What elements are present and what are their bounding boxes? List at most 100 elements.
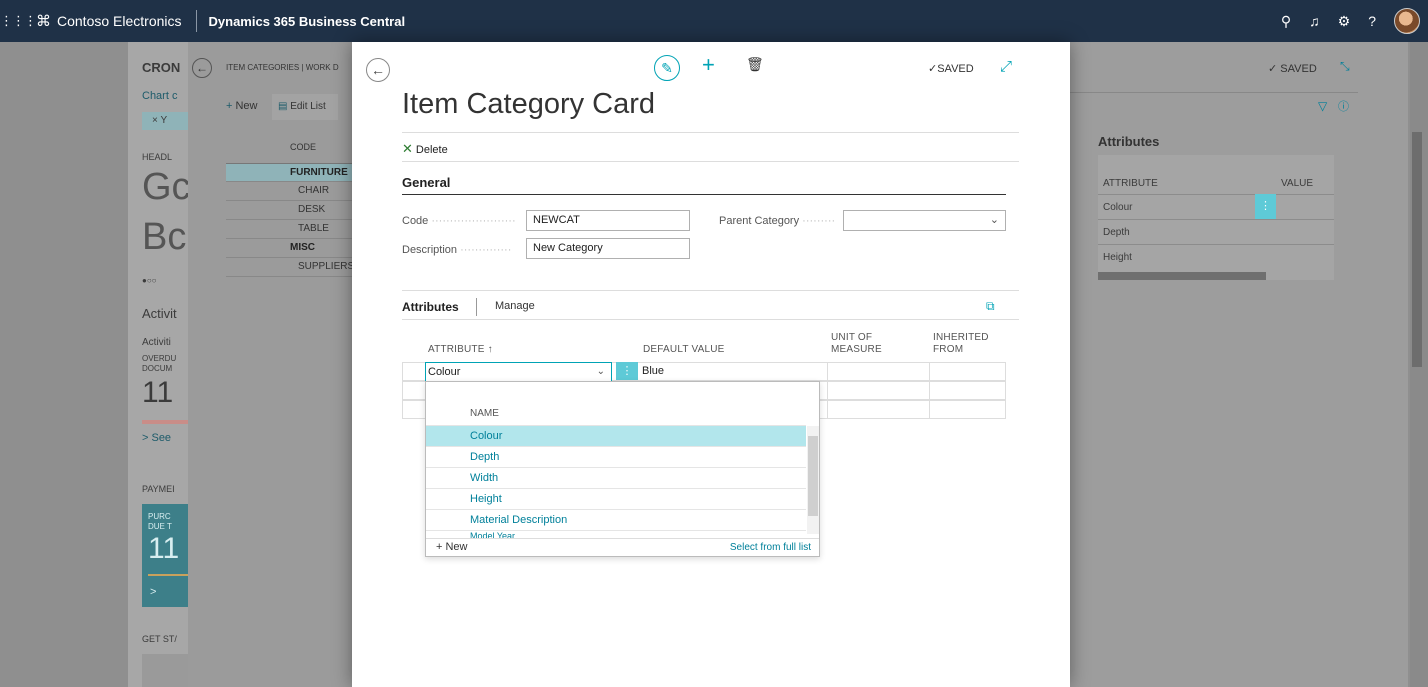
new-button[interactable]: + New	[226, 100, 258, 112]
parent-category-select[interactable]: ⌄	[843, 210, 1006, 231]
help-icon[interactable]: ?	[1368, 13, 1376, 29]
description-field[interactable]: New Category	[526, 238, 690, 259]
uom-cell[interactable]	[827, 401, 929, 418]
inherited-cell	[929, 382, 1006, 399]
lookup-scrollbar[interactable]	[807, 426, 819, 534]
lookup-item[interactable]: Height	[426, 488, 806, 509]
item-category-card: ← ✎ + 🗑 ✓SAVED ⤢ Item Category Card ✕ Del…	[352, 42, 1070, 687]
lookup-item[interactable]: Colour	[426, 425, 806, 446]
list-row[interactable]: FURNITURE	[226, 163, 358, 181]
chevron-down-icon: ⌄	[989, 214, 999, 226]
list-row[interactable]: DESK	[226, 200, 358, 219]
filter-icon[interactable]: ▽	[1318, 99, 1327, 113]
company-name: Contoso Electronics	[57, 13, 182, 29]
row-menu-icon[interactable]: ⋮	[616, 362, 638, 380]
factbox-scrollbar[interactable]	[1098, 272, 1266, 280]
tile-chevron-icon[interactable]: >	[150, 586, 156, 598]
headline-label: HEADL	[142, 152, 173, 162]
general-section-underline	[402, 194, 1006, 195]
chart-link[interactable]: Chart c	[142, 90, 177, 102]
list-row[interactable]: CHAIR	[226, 181, 358, 200]
col-default-value-header[interactable]: DEFAULT VALUE	[643, 344, 725, 355]
factbox-row[interactable]: Height	[1098, 244, 1334, 269]
lookup-name-header: NAME	[470, 408, 499, 419]
collapse-icon[interactable]: ⤡	[1340, 59, 1350, 74]
delete-x-icon: ✕	[402, 141, 413, 156]
lookup-item[interactable]: Model Year	[426, 530, 806, 538]
right-detail-page: ✓ SAVED ⤡ ▽ ⓘ Attributes ATTRIBUTE VALUE…	[1068, 42, 1408, 687]
purchase-tile[interactable]: PURC DUE T 11 >	[142, 504, 188, 607]
code-field[interactable]: NEWCAT	[526, 210, 690, 231]
purchase-label-1: PURC	[148, 512, 171, 521]
list-row[interactable]: MISC	[226, 238, 358, 257]
see-more-link[interactable]: > See	[142, 432, 171, 444]
list-row[interactable]: TABLE	[226, 219, 358, 238]
bell-icon[interactable]: ♫	[1309, 13, 1320, 29]
code-label: Code ·······················	[402, 215, 516, 227]
lookup-new-label: New	[445, 541, 468, 553]
inherited-cell	[929, 401, 1006, 418]
delete-label: Delete	[415, 144, 448, 156]
info-icon[interactable]: ⓘ	[1338, 98, 1349, 114]
edit-list-label: Edit List	[290, 101, 326, 112]
delete-button[interactable]: ✕ Delete	[402, 141, 448, 157]
page-scrollbar-thumb[interactable]	[1412, 132, 1422, 367]
add-icon[interactable]: +	[702, 52, 715, 78]
item-categories-list-page: ← ITEM CATEGORIES | WORK D + New ▤ Edit …	[188, 42, 358, 687]
code-column-header[interactable]: CODE	[290, 142, 316, 152]
filter-chip[interactable]: × Y	[142, 112, 188, 130]
lookup-footer: + New Select from full list	[426, 538, 819, 556]
edit-pencil-icon[interactable]: ✎	[654, 55, 680, 81]
col-inherited-header-2[interactable]: FROM	[933, 344, 963, 355]
activities-title: Activit	[142, 306, 177, 321]
attribute-input[interactable]: Colour ⌄	[425, 362, 612, 382]
manage-button[interactable]: Manage	[495, 300, 535, 312]
chevron-down-icon[interactable]: ⌄	[597, 366, 605, 377]
list-row[interactable]: SUPPLIERS	[226, 257, 358, 277]
col-inherited-header-1[interactable]: INHERITED	[933, 332, 989, 343]
col-uom-header-2[interactable]: MEASURE	[831, 344, 882, 355]
lookup-scrollbar-thumb[interactable]	[808, 436, 818, 516]
list-back-button[interactable]: ←	[192, 58, 212, 78]
attributes-top-divider	[402, 290, 1019, 291]
col-uom-header-1[interactable]: UNIT OF	[831, 332, 872, 343]
avatar[interactable]	[1394, 8, 1420, 34]
default-value-cell[interactable]: Blue	[639, 363, 827, 380]
col-attribute-header[interactable]: ATTRIBUTE ↑	[428, 344, 493, 355]
saved-label: SAVED	[937, 63, 974, 75]
expand-icon[interactable]: ⤢	[1000, 58, 1012, 75]
page-title: Item Category Card	[402, 88, 656, 120]
select-from-full-list-link[interactable]: Select from full list	[730, 542, 811, 553]
app-launcher-icon[interactable]: ⋮⋮⋮	[0, 13, 37, 29]
lookup-item[interactable]: Material Description	[426, 509, 806, 530]
role-center-title: CRON	[142, 60, 181, 75]
get-started-tile[interactable]	[142, 654, 188, 687]
gear-icon[interactable]: ⚙	[1338, 13, 1351, 30]
uom-cell[interactable]	[827, 363, 929, 380]
company-brand[interactable]: ⌘ Contoso Electronics	[36, 10, 197, 32]
search-icon[interactable]: ⚲	[1281, 13, 1291, 30]
factbox-row[interactable]: Depth	[1098, 219, 1334, 244]
factbox-row-menu-icon[interactable]: ⋮	[1255, 194, 1276, 219]
overdue-label-2: DOCUM	[142, 364, 173, 373]
inherited-cell	[929, 363, 1006, 380]
page-scrollbar[interactable]	[1410, 42, 1428, 687]
general-section-title[interactable]: General	[402, 175, 450, 190]
popout-icon[interactable]: ⧉	[986, 299, 995, 314]
role-center-page: CRON Chart c × Y HEADL Gc Bc ●○○ Activit…	[128, 42, 188, 687]
edit-list-button[interactable]: ▤ Edit List	[272, 94, 338, 120]
lookup-new-button[interactable]: + New	[436, 541, 468, 553]
uom-cell[interactable]	[827, 382, 929, 399]
overdue-value[interactable]: 11	[142, 376, 173, 410]
factbox-row[interactable]: Colour	[1098, 194, 1334, 219]
lookup-item[interactable]: Depth	[426, 446, 806, 467]
trash-icon[interactable]: 🗑	[746, 56, 764, 73]
headline-pager[interactable]: ●○○	[142, 276, 157, 285]
overdue-indicator	[142, 420, 188, 424]
back-button[interactable]: ←	[366, 58, 390, 82]
factbox-col-attribute: ATTRIBUTE	[1103, 178, 1158, 189]
title-divider	[402, 132, 1019, 133]
lookup-item[interactable]: Width	[426, 467, 806, 488]
list-breadcrumb[interactable]: ITEM CATEGORIES | WORK D	[226, 63, 339, 72]
right-saved-status: ✓ SAVED	[1268, 63, 1317, 75]
